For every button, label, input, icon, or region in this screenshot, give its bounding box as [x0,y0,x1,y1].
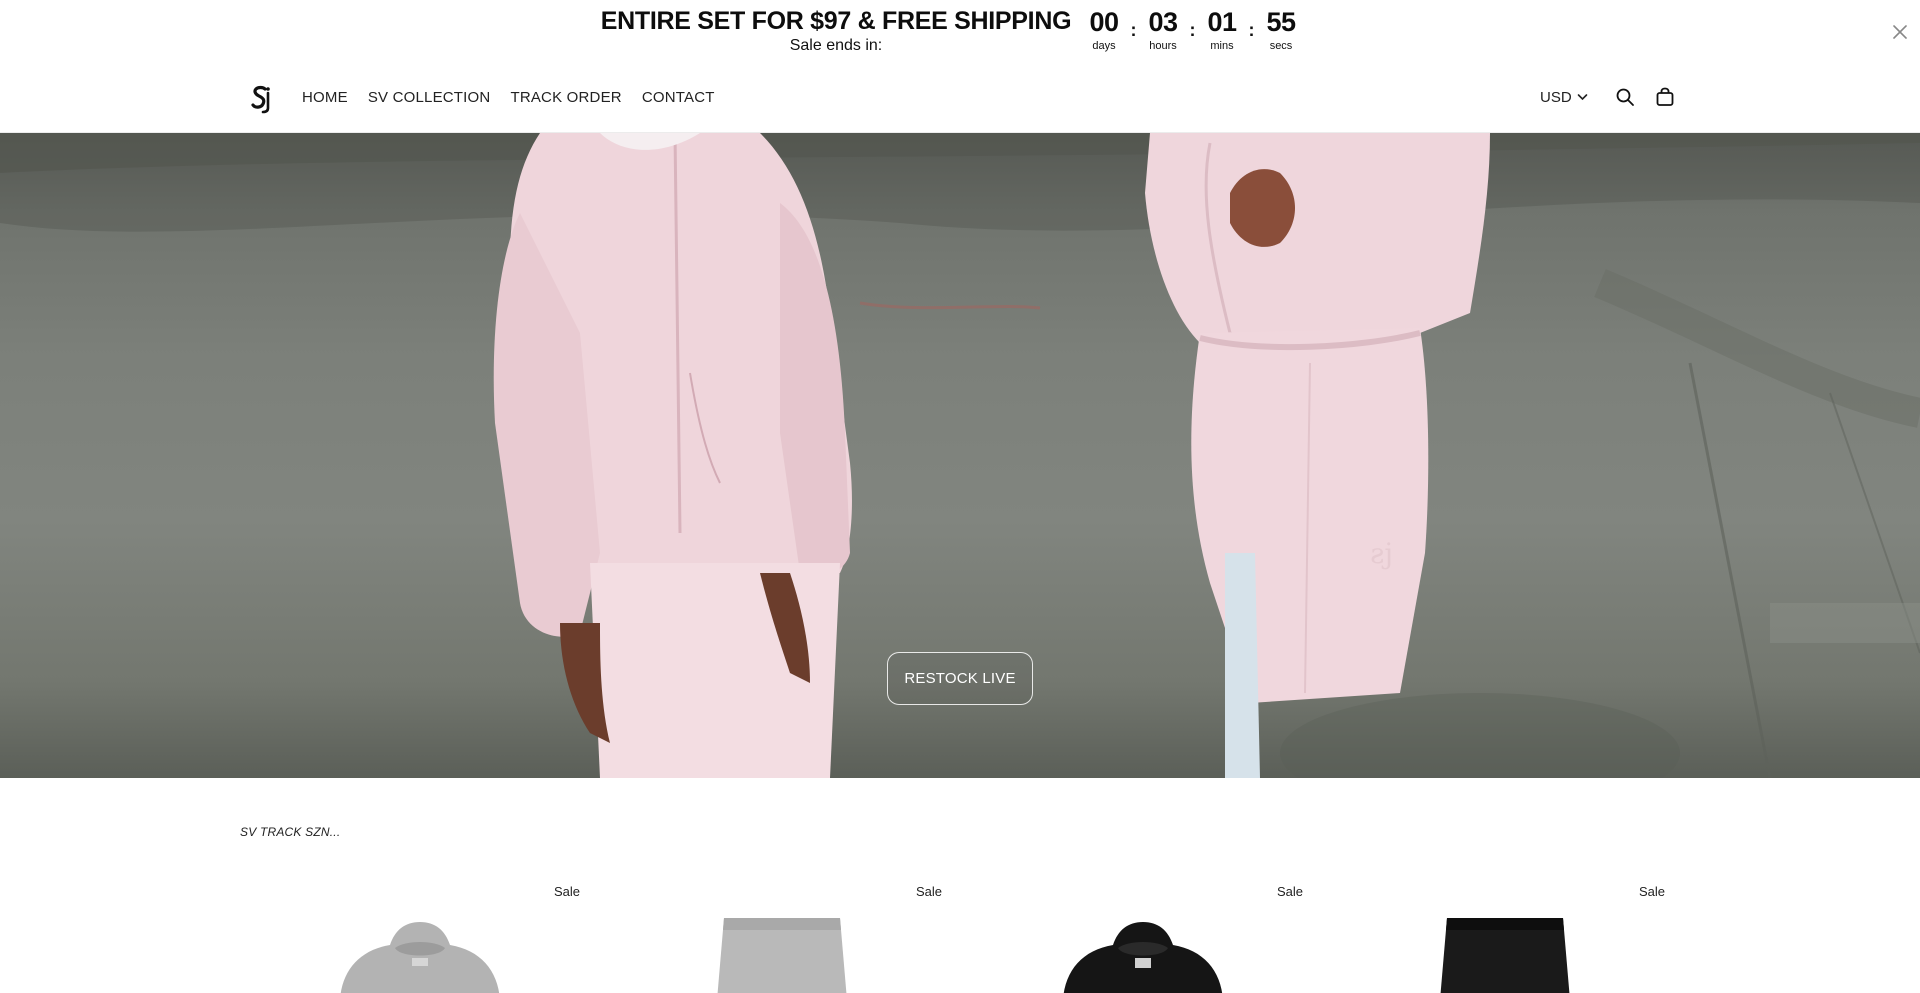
countdown-separator: : [1248,20,1255,40]
product-card-grey-shorts[interactable]: Sale [602,870,942,993]
countdown-secs-label: secs [1269,40,1293,52]
countdown-timer: 00 days : 03 hours : 01 mins : 55 secs [1082,6,1303,54]
countdown-days-value: 00 [1089,7,1119,37]
svg-text:ƨj: ƨj [1370,537,1393,570]
black-shorts-image [1440,918,1570,993]
sale-badge: Sale [915,884,942,899]
countdown-hours: 03 hours [1141,6,1185,52]
nav-item-contact[interactable]: CONTACT [642,88,715,108]
announcement-bar: ENTIRE SET FOR $97 & FREE SHIPPING Sale … [0,0,1920,64]
countdown-secs: 55 secs [1259,6,1303,52]
search-icon[interactable] [1614,86,1636,108]
grey-hoodie-image [340,922,500,993]
nav-item-track-order[interactable]: TRACK ORDER [510,88,621,108]
grey-shorts-image [717,918,847,993]
main-nav: HOME SV COLLECTION TRACK ORDER CONTACT [302,88,735,108]
countdown-hours-value: 03 [1148,7,1178,37]
announcement-subtitle: Sale ends in: [789,37,883,54]
restock-live-button[interactable]: RESTOCK LIVE [887,652,1033,705]
announcement-text: ENTIRE SET FOR $97 & FREE SHIPPING Sale … [600,6,1072,56]
countdown-hours-label: hours [1149,40,1177,52]
sale-badge: Sale [1276,884,1303,899]
product-card-black-shorts[interactable]: Sale [1325,870,1665,993]
product-card-grey-hoodie[interactable]: Sale [240,870,580,993]
nav-item-home[interactable]: HOME [302,88,348,108]
countdown-mins-label: mins [1210,40,1234,52]
countdown-mins: 01 mins [1200,6,1244,52]
countdown-secs-value: 55 [1266,7,1296,37]
shopping-bag-icon[interactable] [1654,86,1676,108]
product-card-black-hoodie[interactable]: Sale [963,870,1303,993]
countdown-days-label: days [1092,40,1116,52]
countdown-separator: : [1189,20,1196,40]
countdown-mins-value: 01 [1207,7,1237,37]
nav-item-sv-collection[interactable]: SV COLLECTION [368,88,491,108]
currency-label: USD [1540,88,1572,106]
countdown-days: 00 days [1082,6,1126,52]
site-header: HOME SV COLLECTION TRACK ORDER CONTACT U… [0,64,1920,133]
close-icon[interactable] [1888,20,1912,44]
black-hoodie-image [1063,922,1223,993]
announcement-title: ENTIRE SET FOR $97 & FREE SHIPPING [600,7,1072,35]
sale-badge: Sale [553,884,580,899]
hero-banner: ƨj RESTOCK LIVE [0,133,1920,778]
header-actions: USD [1540,86,1676,108]
brand-logo[interactable] [246,84,274,114]
sale-badge: Sale [1638,884,1665,899]
chevron-down-icon [1577,94,1587,101]
currency-selector[interactable]: USD [1540,89,1588,106]
countdown-separator: : [1130,20,1137,40]
product-grid: Sale Sale Sale Sale [240,870,1682,993]
collection-title: SV TRACK SZN... [240,825,341,839]
